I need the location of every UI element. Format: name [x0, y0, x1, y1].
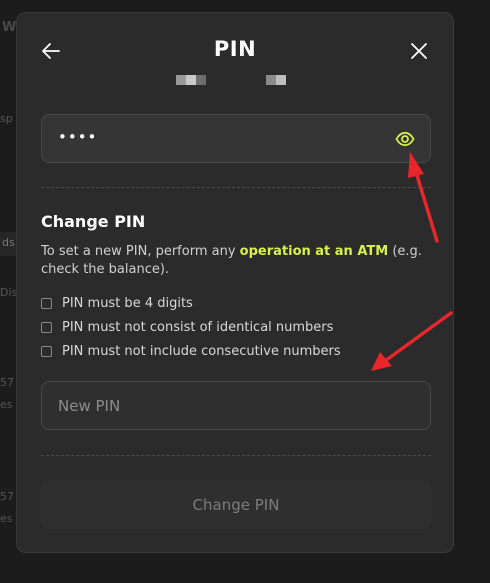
checkbox[interactable]: [41, 345, 52, 357]
background-text: ds: [2, 236, 15, 249]
pin-value: ••••: [58, 128, 98, 146]
requirement-item[interactable]: PIN must not consist of identical number…: [41, 315, 431, 339]
change-pin-description: To set a new PIN, perform any operation …: [41, 243, 431, 279]
masked-card-number: [266, 75, 286, 85]
checkbox[interactable]: [41, 321, 52, 333]
divider: [41, 455, 431, 456]
pin-requirements-list: PIN must be 4 digits PIN must not consis…: [41, 291, 431, 363]
change-pin-heading: Change PIN: [41, 212, 146, 231]
requirement-label: PIN must not consist of identical number…: [62, 319, 334, 335]
background-text: es: [0, 512, 13, 525]
current-pin-field: ••••: [41, 114, 431, 163]
requirement-item[interactable]: PIN must not include consecutive numbers: [41, 339, 431, 363]
new-pin-input[interactable]: [41, 381, 431, 430]
background-text: Dis: [0, 286, 18, 299]
close-icon: [411, 43, 427, 59]
change-pin-button[interactable]: Change PIN: [41, 480, 431, 529]
background-text: 57: [0, 490, 14, 503]
description-text: To set a new PIN, perform any: [41, 244, 240, 259]
divider: [41, 187, 431, 188]
background-text: 57: [0, 376, 14, 389]
background-text: sp: [0, 112, 13, 125]
requirement-label: PIN must be 4 digits: [62, 295, 193, 311]
atm-operation-highlight: operation at an ATM: [239, 244, 389, 259]
requirement-label: PIN must not include consecutive numbers: [62, 343, 341, 359]
pin-modal: PIN •••• Change PIN To set a new PIN, pe…: [16, 12, 454, 553]
background-text: es: [0, 398, 13, 411]
show-pin-toggle[interactable]: [394, 128, 416, 150]
checkbox[interactable]: [41, 297, 52, 309]
requirement-item[interactable]: PIN must be 4 digits: [41, 291, 431, 315]
close-button[interactable]: [405, 37, 433, 65]
modal-title: PIN: [213, 37, 257, 61]
background-text: W: [2, 20, 17, 35]
eye-icon: [395, 131, 415, 147]
masked-card-number: [176, 75, 206, 85]
